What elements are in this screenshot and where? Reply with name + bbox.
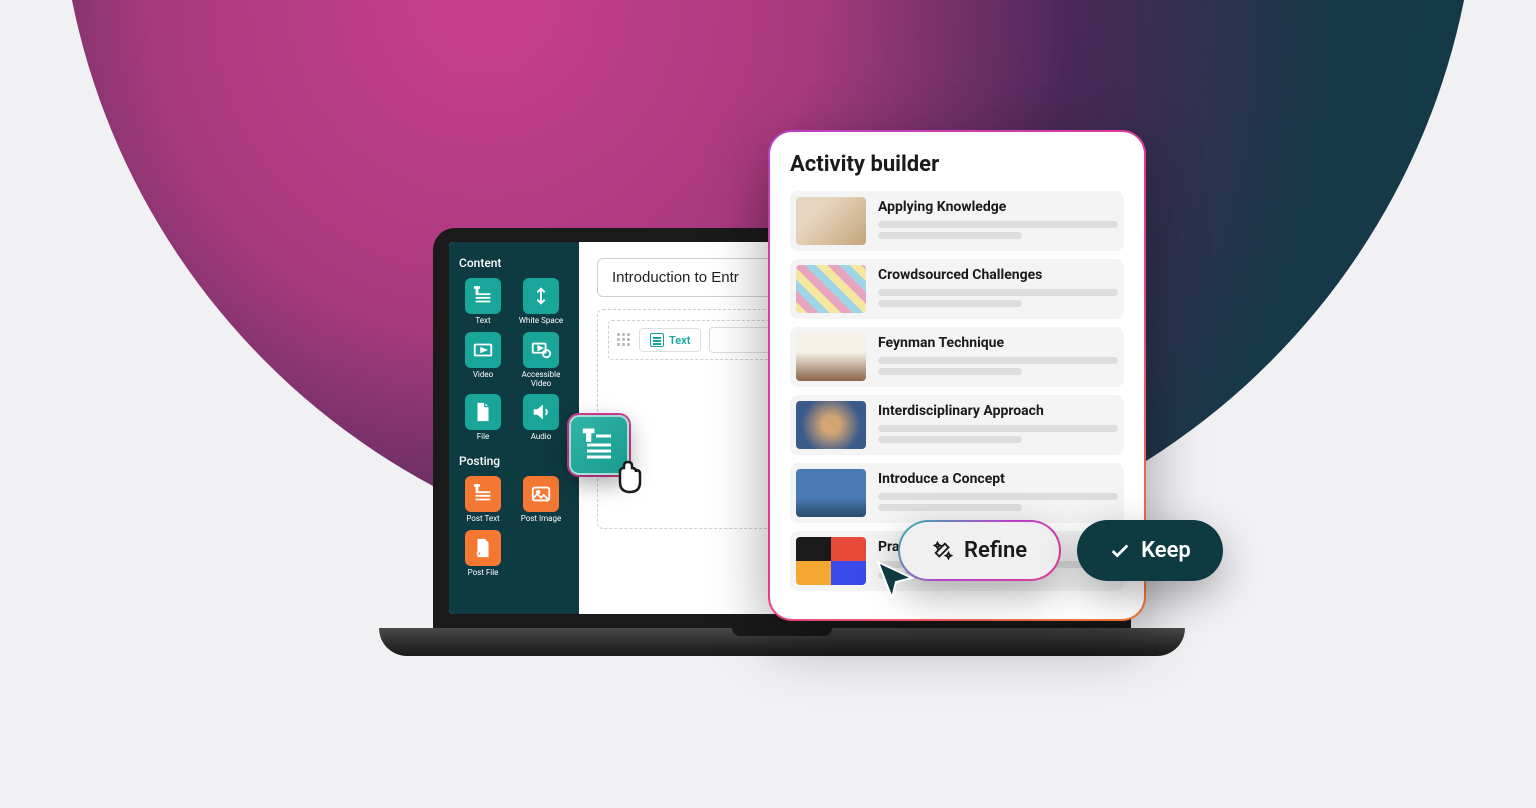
sidebar-item-label: Post Text bbox=[466, 515, 499, 524]
text-block-label: Text bbox=[669, 334, 690, 347]
sidebar-item-label: White Space bbox=[519, 317, 563, 326]
sidebar-posting-grid: T Post Text Post Image bbox=[457, 476, 571, 578]
sidebar: Content T Text White Space bbox=[449, 242, 579, 614]
activity-item-applying-knowledge[interactable]: Applying Knowledge bbox=[790, 191, 1124, 251]
video-icon bbox=[465, 332, 501, 368]
sidebar-item-label: Audio bbox=[531, 433, 552, 442]
activity-thumbnail bbox=[796, 469, 866, 517]
sidebar-item-file[interactable]: File bbox=[457, 394, 509, 442]
placeholder-line bbox=[878, 493, 1118, 500]
placeholder-line bbox=[878, 232, 1022, 239]
sidebar-posting-heading: Posting bbox=[459, 454, 569, 468]
placeholder-line bbox=[878, 436, 1022, 443]
check-icon bbox=[1109, 540, 1131, 562]
activity-thumbnail bbox=[796, 265, 866, 313]
sidebar-content-grid: T Text White Space Vide bbox=[457, 278, 571, 442]
placeholder-line bbox=[878, 368, 1022, 375]
action-buttons: Refine Keep bbox=[898, 520, 1223, 581]
activity-item-interdisciplinary[interactable]: Interdisciplinary Approach bbox=[790, 395, 1124, 455]
sidebar-item-label: Post Image bbox=[521, 515, 562, 524]
activity-item-introduce-concept[interactable]: Introduce a Concept bbox=[790, 463, 1124, 523]
sidebar-item-accessible-video[interactable]: Accessible Video bbox=[515, 332, 567, 389]
text-icon: T bbox=[465, 278, 501, 314]
activity-builder-title: Activity builder bbox=[790, 152, 1124, 177]
placeholder-line bbox=[878, 221, 1118, 228]
whitespace-icon bbox=[523, 278, 559, 314]
activity-thumbnail bbox=[796, 197, 866, 245]
activity-item-name: Feynman Technique bbox=[878, 335, 1118, 351]
activity-item-feynman[interactable]: Feynman Technique bbox=[790, 327, 1124, 387]
grab-cursor-icon bbox=[612, 458, 652, 498]
sidebar-item-label: Post File bbox=[468, 569, 499, 578]
sidebar-content-heading: Content bbox=[459, 256, 569, 270]
sidebar-item-post-image[interactable]: Post Image bbox=[515, 476, 567, 524]
activity-item-name: Crowdsourced Challenges bbox=[878, 267, 1118, 283]
activity-thumbnail bbox=[796, 401, 866, 449]
placeholder-line bbox=[878, 300, 1022, 307]
sidebar-item-label: Text bbox=[475, 317, 490, 326]
accessible-video-icon bbox=[523, 332, 559, 368]
activity-item-name: Applying Knowledge bbox=[878, 199, 1118, 215]
sidebar-item-whitespace[interactable]: White Space bbox=[515, 278, 567, 326]
placeholder-line bbox=[878, 504, 1022, 511]
sidebar-item-label: Accessible Video bbox=[515, 371, 567, 389]
sidebar-item-post-text[interactable]: T Post Text bbox=[457, 476, 509, 524]
post-file-icon bbox=[465, 530, 501, 566]
sidebar-item-audio[interactable]: Audio bbox=[515, 394, 567, 442]
text-block-icon bbox=[650, 333, 664, 347]
sidebar-item-text[interactable]: T Text bbox=[457, 278, 509, 326]
post-image-icon bbox=[523, 476, 559, 512]
laptop-base bbox=[379, 628, 1185, 656]
placeholder-line bbox=[878, 289, 1118, 296]
svg-text:T: T bbox=[584, 427, 593, 445]
sidebar-item-label: Video bbox=[473, 371, 493, 380]
file-icon bbox=[465, 394, 501, 430]
post-text-icon: T bbox=[465, 476, 501, 512]
sidebar-item-post-file[interactable]: Post File bbox=[457, 530, 509, 578]
cursor-arrow-icon bbox=[872, 556, 920, 604]
activity-item-name: Introduce a Concept bbox=[878, 471, 1118, 487]
svg-text:T: T bbox=[475, 285, 480, 294]
activity-thumbnail bbox=[796, 333, 866, 381]
svg-text:T: T bbox=[475, 484, 480, 493]
activity-item-name: Interdisciplinary Approach bbox=[878, 403, 1118, 419]
sidebar-item-video[interactable]: Video bbox=[457, 332, 509, 389]
refine-button-label: Refine bbox=[964, 538, 1027, 563]
placeholder-line bbox=[878, 425, 1118, 432]
text-block-chip[interactable]: Text bbox=[639, 328, 701, 352]
activity-item-crowdsourced[interactable]: Crowdsourced Challenges bbox=[790, 259, 1124, 319]
drag-handle-icon[interactable] bbox=[617, 333, 631, 347]
magic-wand-icon bbox=[932, 540, 954, 562]
keep-button[interactable]: Keep bbox=[1077, 520, 1223, 581]
refine-button[interactable]: Refine bbox=[898, 520, 1061, 581]
sidebar-item-label: File bbox=[477, 433, 490, 442]
audio-icon bbox=[523, 394, 559, 430]
laptop-notch bbox=[732, 628, 832, 636]
activity-thumbnail bbox=[796, 537, 866, 585]
placeholder-line bbox=[878, 357, 1118, 364]
keep-button-label: Keep bbox=[1141, 538, 1191, 563]
